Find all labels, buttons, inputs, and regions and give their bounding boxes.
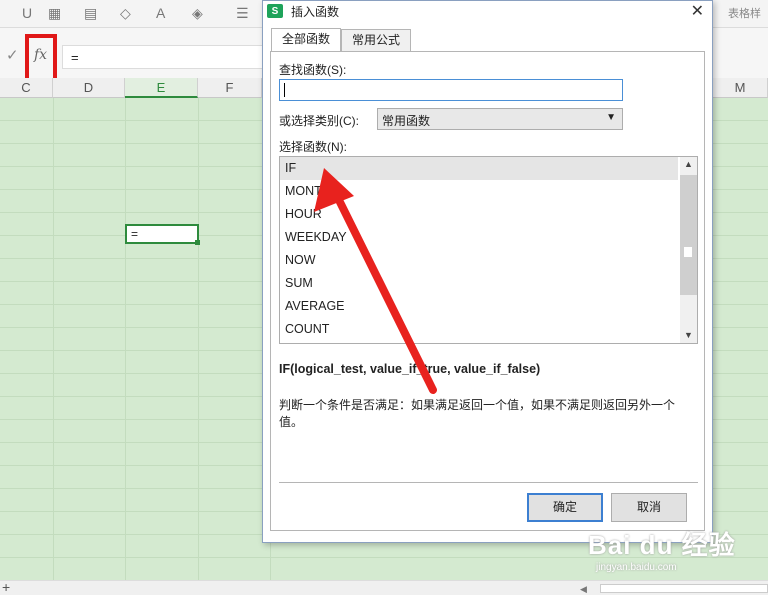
category-label: 或选择类别(C): <box>279 114 359 128</box>
column-header-d[interactable]: D <box>53 78 125 98</box>
borders-icon[interactable]: ▦ <box>48 3 61 23</box>
watermark: Bai du 经验 jingyan.baidu.com <box>588 525 763 585</box>
chevron-down-icon[interactable]: ▼ <box>684 330 693 340</box>
active-cell[interactable]: = <box>125 224 199 244</box>
chevron-up-icon[interactable]: ▲ <box>684 159 693 169</box>
list-item-sum[interactable]: SUM <box>280 272 678 295</box>
font-color-icon[interactable]: A <box>156 3 165 23</box>
confirm-formula-icon[interactable]: ✓ <box>6 46 19 64</box>
clear-format-icon[interactable]: ◈ <box>192 3 203 23</box>
close-icon[interactable]: ✕ <box>691 1 704 21</box>
column-header-f[interactable]: F <box>198 78 262 98</box>
watermark-url: jingyan.baidu.com <box>596 562 677 573</box>
ok-button[interactable]: 确定 <box>527 493 603 522</box>
watermark-logo: Bai du 经验 <box>588 530 736 560</box>
merge-cells-icon[interactable]: ▤ <box>84 3 97 23</box>
list-item-if[interactable]: IF <box>280 157 678 180</box>
grid-line <box>53 98 54 580</box>
dialog-title: 插入函数 <box>291 4 340 19</box>
scroll-left-icon[interactable]: ◀ <box>580 584 592 594</box>
wps-logo-icon: S <box>267 4 283 18</box>
search-function-input[interactable] <box>279 79 623 101</box>
list-item-hour[interactable]: HOUR <box>280 203 678 226</box>
category-select[interactable]: 常用函数 ▼ <box>377 108 623 130</box>
list-item-weekday[interactable]: WEEKDAY <box>280 226 678 249</box>
column-header-e[interactable]: E <box>125 78 198 98</box>
category-value: 常用函数 <box>382 114 431 128</box>
list-item-count[interactable]: COUNT <box>280 318 678 341</box>
table-style-button[interactable]: 表格样 <box>728 5 768 21</box>
cancel-button[interactable]: 取消 <box>611 493 687 522</box>
text-caret <box>284 83 285 97</box>
horizontal-scrollbar[interactable] <box>600 584 768 593</box>
tab-all-functions[interactable]: 全部函数 <box>271 28 342 51</box>
scrollbar-track[interactable] <box>680 175 697 295</box>
divider <box>279 482 698 483</box>
dialog-tabs: 全部函数 常用公式 <box>271 28 412 51</box>
search-label: 查找函数(S): <box>279 63 347 77</box>
list-item-month[interactable]: MONTH <box>280 180 678 203</box>
function-list[interactable]: IF MONTH HOUR WEEKDAY NOW SUM AVERAGE CO… <box>279 156 698 344</box>
list-item-now[interactable]: NOW <box>280 249 678 272</box>
insert-function-dialog: S 插入函数 ✕ 全部函数 常用公式 查找函数(S): 或选择类别(C): 常用… <box>262 0 713 543</box>
scrollbar-thumb[interactable] <box>684 247 692 257</box>
align-icon[interactable]: ☰ <box>236 3 249 23</box>
formula-input[interactable]: = <box>62 45 272 69</box>
fill-color-icon[interactable]: ◇ <box>120 3 131 23</box>
list-scrollbar[interactable]: ▲ ▼ <box>680 157 697 343</box>
column-header-m[interactable]: M <box>713 78 768 98</box>
grid-line <box>198 98 199 580</box>
function-signature: IF(logical_test, value_if_true, value_if… <box>279 362 541 376</box>
column-header-c[interactable]: C <box>0 78 53 98</box>
underline-button[interactable]: U <box>22 3 32 23</box>
tab-panel: 查找函数(S): 或选择类别(C): 常用函数 ▼ 选择函数(N): IF MO… <box>270 51 705 531</box>
grid-line <box>125 98 126 580</box>
insert-function-icon[interactable]: fx <box>34 47 47 63</box>
add-sheet-icon[interactable]: + <box>2 579 10 595</box>
chevron-down-icon: ▼ <box>606 112 616 123</box>
dialog-title-bar: S 插入函数 <box>263 1 712 21</box>
tab-common-formulas[interactable]: 常用公式 <box>341 29 412 51</box>
list-item-average[interactable]: AVERAGE <box>280 295 678 318</box>
function-description: 判断一个条件是否满足：如果满足返回一个值，如果不满足则返回另外一个值。 <box>279 398 676 429</box>
function-list-label: 选择函数(N): <box>279 140 347 154</box>
fill-handle[interactable] <box>195 240 200 245</box>
